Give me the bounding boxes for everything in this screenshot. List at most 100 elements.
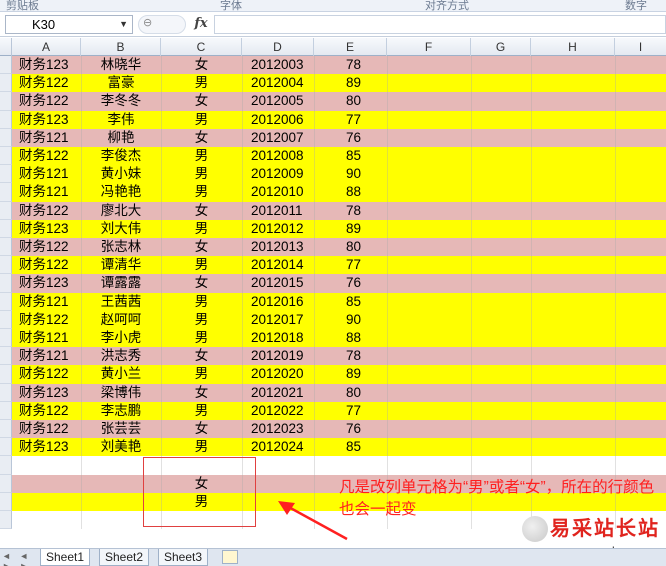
row-header[interactable]	[0, 420, 12, 439]
cell-gender[interactable]: 女	[161, 420, 242, 438]
cell-score[interactable]: 89	[314, 365, 387, 383]
sheet-nav-arrows-icon[interactable]: ◄ ◄ ► ►	[0, 551, 36, 566]
cell-gender[interactable]: 男	[161, 183, 242, 201]
cell-gender[interactable]: 男	[161, 402, 242, 420]
cell-name[interactable]: 黄小兰	[81, 365, 161, 383]
row-header[interactable]	[0, 219, 12, 238]
table-row[interactable]: 财务122 廖北大女 2012011 78	[0, 201, 666, 220]
cell-name[interactable]: 李小虎	[81, 329, 161, 347]
cell-class[interactable]	[12, 493, 81, 511]
cell-gender[interactable]: 男	[161, 256, 242, 274]
table-row[interactable]: 财务122 李冬冬女 2012005 80	[0, 92, 666, 111]
cell-score[interactable]: 88	[314, 183, 387, 201]
cell-score[interactable]: 76	[314, 274, 387, 292]
cell-student-id[interactable]: 2012012	[242, 220, 314, 238]
cell-name[interactable]: 张志林	[81, 238, 161, 256]
cell-score[interactable]: 78	[314, 56, 387, 74]
cell-gender[interactable]: 女	[161, 129, 242, 147]
cell-gender[interactable]: 男	[161, 220, 242, 238]
cell-name[interactable]: 李志鹏	[81, 402, 161, 420]
cell-class[interactable]: 财务121	[12, 329, 81, 347]
table-row[interactable]: 财务122 李志鹏男 2012022 77	[0, 401, 666, 420]
cell-class[interactable]: 财务123	[12, 220, 81, 238]
cell-name[interactable]: 刘美艳	[81, 438, 161, 456]
cell-gender[interactable]: 女	[161, 384, 242, 402]
row-header[interactable]	[0, 347, 12, 366]
row-header[interactable]	[0, 401, 12, 420]
cell-student-id[interactable]: 2012015	[242, 274, 314, 292]
cell-name[interactable]: 林晓华	[81, 56, 161, 74]
cell-student-id[interactable]: 2012007	[242, 129, 314, 147]
row-header[interactable]	[0, 474, 12, 493]
row-header[interactable]	[0, 201, 12, 220]
cell-name[interactable]: 谭露露	[81, 274, 161, 292]
cell-student-id[interactable]: 2012020	[242, 365, 314, 383]
cell-name[interactable]: 廖北大	[81, 202, 161, 220]
column-header-i[interactable]: I	[615, 38, 666, 56]
row-header[interactable]	[0, 165, 12, 184]
cell-class[interactable]: 财务122	[12, 365, 81, 383]
cell-score[interactable]: 78	[314, 347, 387, 365]
row-header[interactable]	[0, 110, 12, 129]
select-all-corner[interactable]	[0, 38, 12, 56]
table-row[interactable]: 财务122 富豪男 2012004 89	[0, 74, 666, 93]
cell-score[interactable]: 89	[314, 74, 387, 92]
cell-score[interactable]: 77	[314, 111, 387, 129]
row-header[interactable]	[0, 183, 12, 202]
cell-gender[interactable]: 男	[161, 111, 242, 129]
cell-student-id[interactable]: 2012006	[242, 111, 314, 129]
cell-student-id[interactable]: 2012004	[242, 74, 314, 92]
chevron-down-icon[interactable]: ▼	[119, 16, 128, 33]
cell-gender[interactable]: 女	[161, 347, 242, 365]
formula-input[interactable]	[214, 15, 666, 34]
row-header[interactable]	[0, 128, 12, 147]
cell-name[interactable]: 梁博伟	[81, 384, 161, 402]
table-row[interactable]: 财务121 冯艳艳男 2012010 88	[0, 183, 666, 202]
cell-score[interactable]: 90	[314, 311, 387, 329]
cell-student-id[interactable]: 2012009	[242, 165, 314, 183]
cell-gender[interactable]: 女	[161, 238, 242, 256]
table-row[interactable]: 财务122 黄小兰男 2012020 89	[0, 365, 666, 384]
table-row[interactable]: 财务122 李俊杰男 2012008 85	[0, 147, 666, 166]
row-header[interactable]	[0, 492, 12, 511]
cell-student-id[interactable]: 2012014	[242, 256, 314, 274]
column-header-e[interactable]: E	[314, 38, 387, 56]
cell-student-id[interactable]: 2012017	[242, 311, 314, 329]
column-header-a[interactable]: A	[12, 38, 81, 56]
table-row[interactable]: 财务123 刘美艳男 2012024 85	[0, 438, 666, 457]
tab-sheet2[interactable]: Sheet2	[99, 549, 150, 566]
cell-class[interactable]: 财务122	[12, 311, 81, 329]
row-header[interactable]	[0, 310, 12, 329]
cell-gender[interactable]: 女	[161, 92, 242, 110]
cell-name[interactable]: 刘大伟	[81, 220, 161, 238]
cell-score[interactable]: 76	[314, 129, 387, 147]
row-header[interactable]	[0, 92, 12, 111]
insert-function-button[interactable]: fx	[190, 14, 212, 34]
cell-student-id[interactable]: 2012013	[242, 238, 314, 256]
cell-name[interactable]: 冯艳艳	[81, 183, 161, 201]
column-header-h[interactable]: H	[531, 38, 615, 56]
cell-student-id[interactable]: 2012024	[242, 438, 314, 456]
cell-class[interactable]: 财务123	[12, 56, 81, 74]
cell-score[interactable]: 77	[314, 256, 387, 274]
table-row[interactable]: 财务123 李伟男 2012006 77	[0, 110, 666, 129]
cell-class[interactable]: 财务122	[12, 147, 81, 165]
cell-score[interactable]: 85	[314, 293, 387, 311]
table-row[interactable]: 财务122 赵呵呵男 2012017 90	[0, 310, 666, 329]
column-header-c[interactable]: C	[161, 38, 242, 56]
row-header[interactable]	[0, 365, 12, 384]
cell-class[interactable]: 财务122	[12, 74, 81, 92]
cell-gender[interactable]: 男	[161, 365, 242, 383]
cell-class[interactable]: 财务123	[12, 438, 81, 456]
row-header[interactable]	[0, 438, 12, 457]
cell-class[interactable]: 财务121	[12, 183, 81, 201]
row-header[interactable]	[0, 511, 12, 530]
cell-score[interactable]: 80	[314, 384, 387, 402]
row-header[interactable]	[0, 56, 12, 75]
cell-student-id[interactable]: 2012023	[242, 420, 314, 438]
worksheet-grid[interactable]: 财务123 林晓华女 2012003 78 财务122 富豪男 2012004 89 财务122…	[0, 56, 666, 548]
table-row[interactable]: 财务121 黄小妹男 2012009 90	[0, 165, 666, 184]
cell-score[interactable]: 77	[314, 402, 387, 420]
table-row[interactable]: 财务122 谭清华男 2012014 77	[0, 256, 666, 275]
row-header[interactable]	[0, 238, 12, 257]
